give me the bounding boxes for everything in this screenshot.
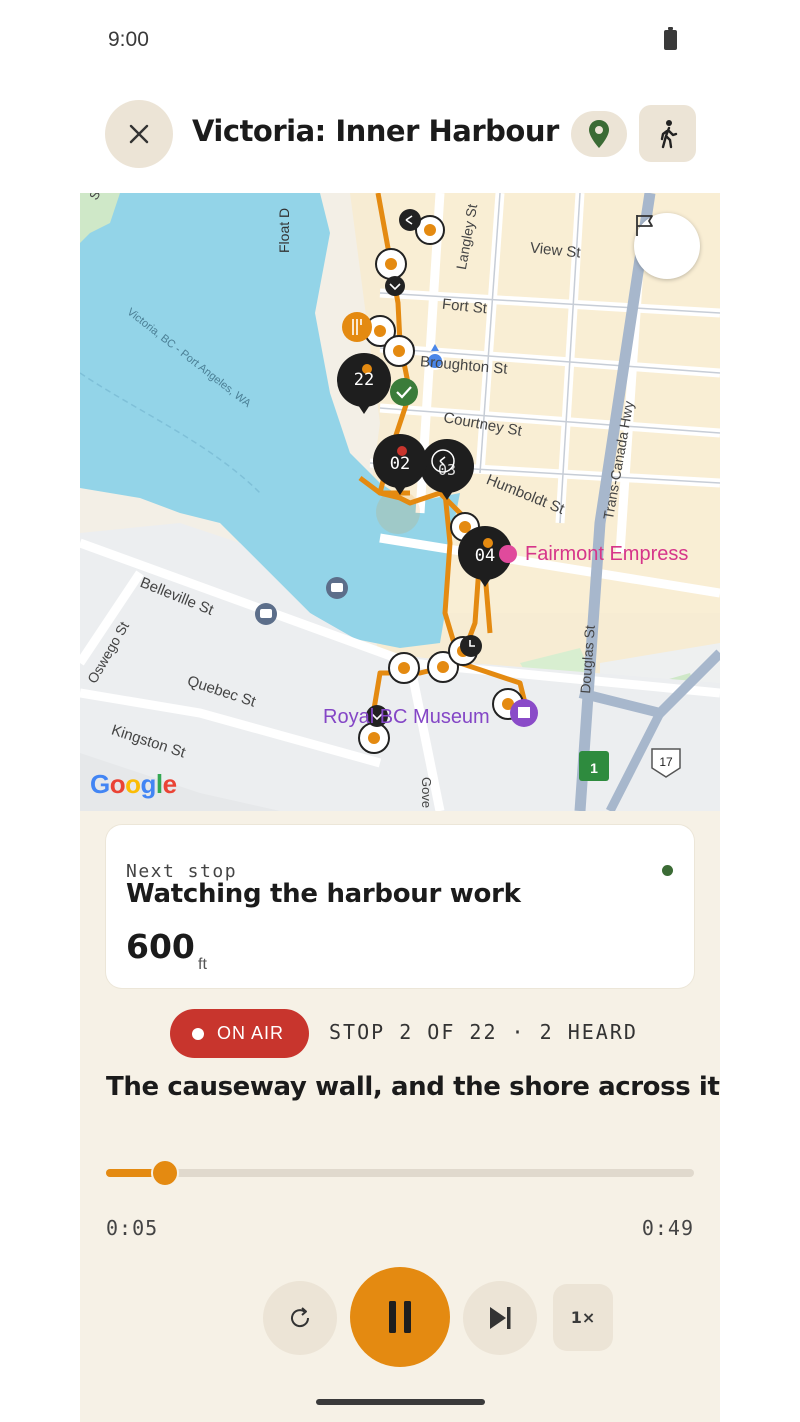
clip-title: The causeway wall, and the shore across …	[106, 1072, 720, 1102]
on-air-label: ON AIR	[217, 1023, 285, 1043]
stop-marker-22[interactable]: 22	[350, 370, 378, 390]
map-pin-button[interactable]	[571, 111, 627, 157]
progress-thumb[interactable]	[150, 1159, 179, 1187]
on-air-badge: ON AIR	[170, 1009, 309, 1058]
google-logo: Google	[90, 769, 177, 799]
player-panel: Next stop Watching the harbour work 600 …	[80, 811, 720, 1422]
next-stop-unit: ft	[198, 956, 207, 973]
total-time: 0:49	[641, 1216, 694, 1240]
skip-next-button[interactable]	[463, 1281, 537, 1355]
svg-text:1: 1	[590, 760, 598, 776]
next-stop-card[interactable]: Next stop Watching the harbour work 600 …	[106, 825, 694, 988]
place-label-museum[interactable]: Royal BC Museum	[323, 706, 490, 729]
next-stop-title: Watching the harbour work	[126, 879, 521, 909]
walking-icon	[660, 119, 677, 148]
flag-button[interactable]	[634, 213, 700, 279]
walk-mode-button[interactable]	[639, 105, 696, 162]
audio-progress-bar[interactable]	[106, 1159, 694, 1187]
pause-button[interactable]	[350, 1267, 450, 1367]
replay-button[interactable]	[263, 1281, 337, 1355]
status-dot	[662, 865, 673, 876]
close-button[interactable]	[105, 100, 173, 168]
speed-label: 1×	[570, 1308, 596, 1327]
playback-speed-button[interactable]: 1×	[553, 1284, 613, 1351]
replay-icon	[291, 1307, 310, 1328]
tour-title: Victoria: Inner Harbour	[192, 114, 559, 148]
stop-marker-04[interactable]: 04	[471, 546, 499, 566]
street-label: Float D	[276, 207, 292, 253]
stop-progress-text: STOP 2 OF 22 · 2 HEARD	[329, 1020, 638, 1044]
status-bar: 9:00	[0, 0, 800, 82]
current-time: 0:05	[106, 1216, 159, 1240]
skip-next-icon	[490, 1307, 511, 1329]
stop-marker-02[interactable]: 02	[386, 454, 414, 474]
flag-icon	[636, 215, 653, 236]
place-label-fairmont[interactable]: Fairmont Empress	[525, 543, 688, 566]
status-time: 9:00	[108, 28, 149, 51]
stop-marker-03[interactable]: 03	[433, 461, 461, 479]
top-bar: Victoria: Inner Harbour	[80, 82, 720, 193]
next-stop-distance: 600	[126, 927, 195, 966]
street-label: Gove	[419, 777, 434, 809]
home-indicator[interactable]	[316, 1399, 485, 1405]
live-dot-icon	[192, 1027, 204, 1040]
svg-text:17: 17	[659, 755, 673, 769]
close-icon	[129, 124, 149, 144]
battery-icon	[664, 27, 677, 50]
pause-icon	[389, 1301, 411, 1333]
map-view[interactable]: 1 17 22 02 03 04 Float D Langley St View…	[80, 193, 720, 811]
map-pin-icon	[589, 120, 609, 148]
